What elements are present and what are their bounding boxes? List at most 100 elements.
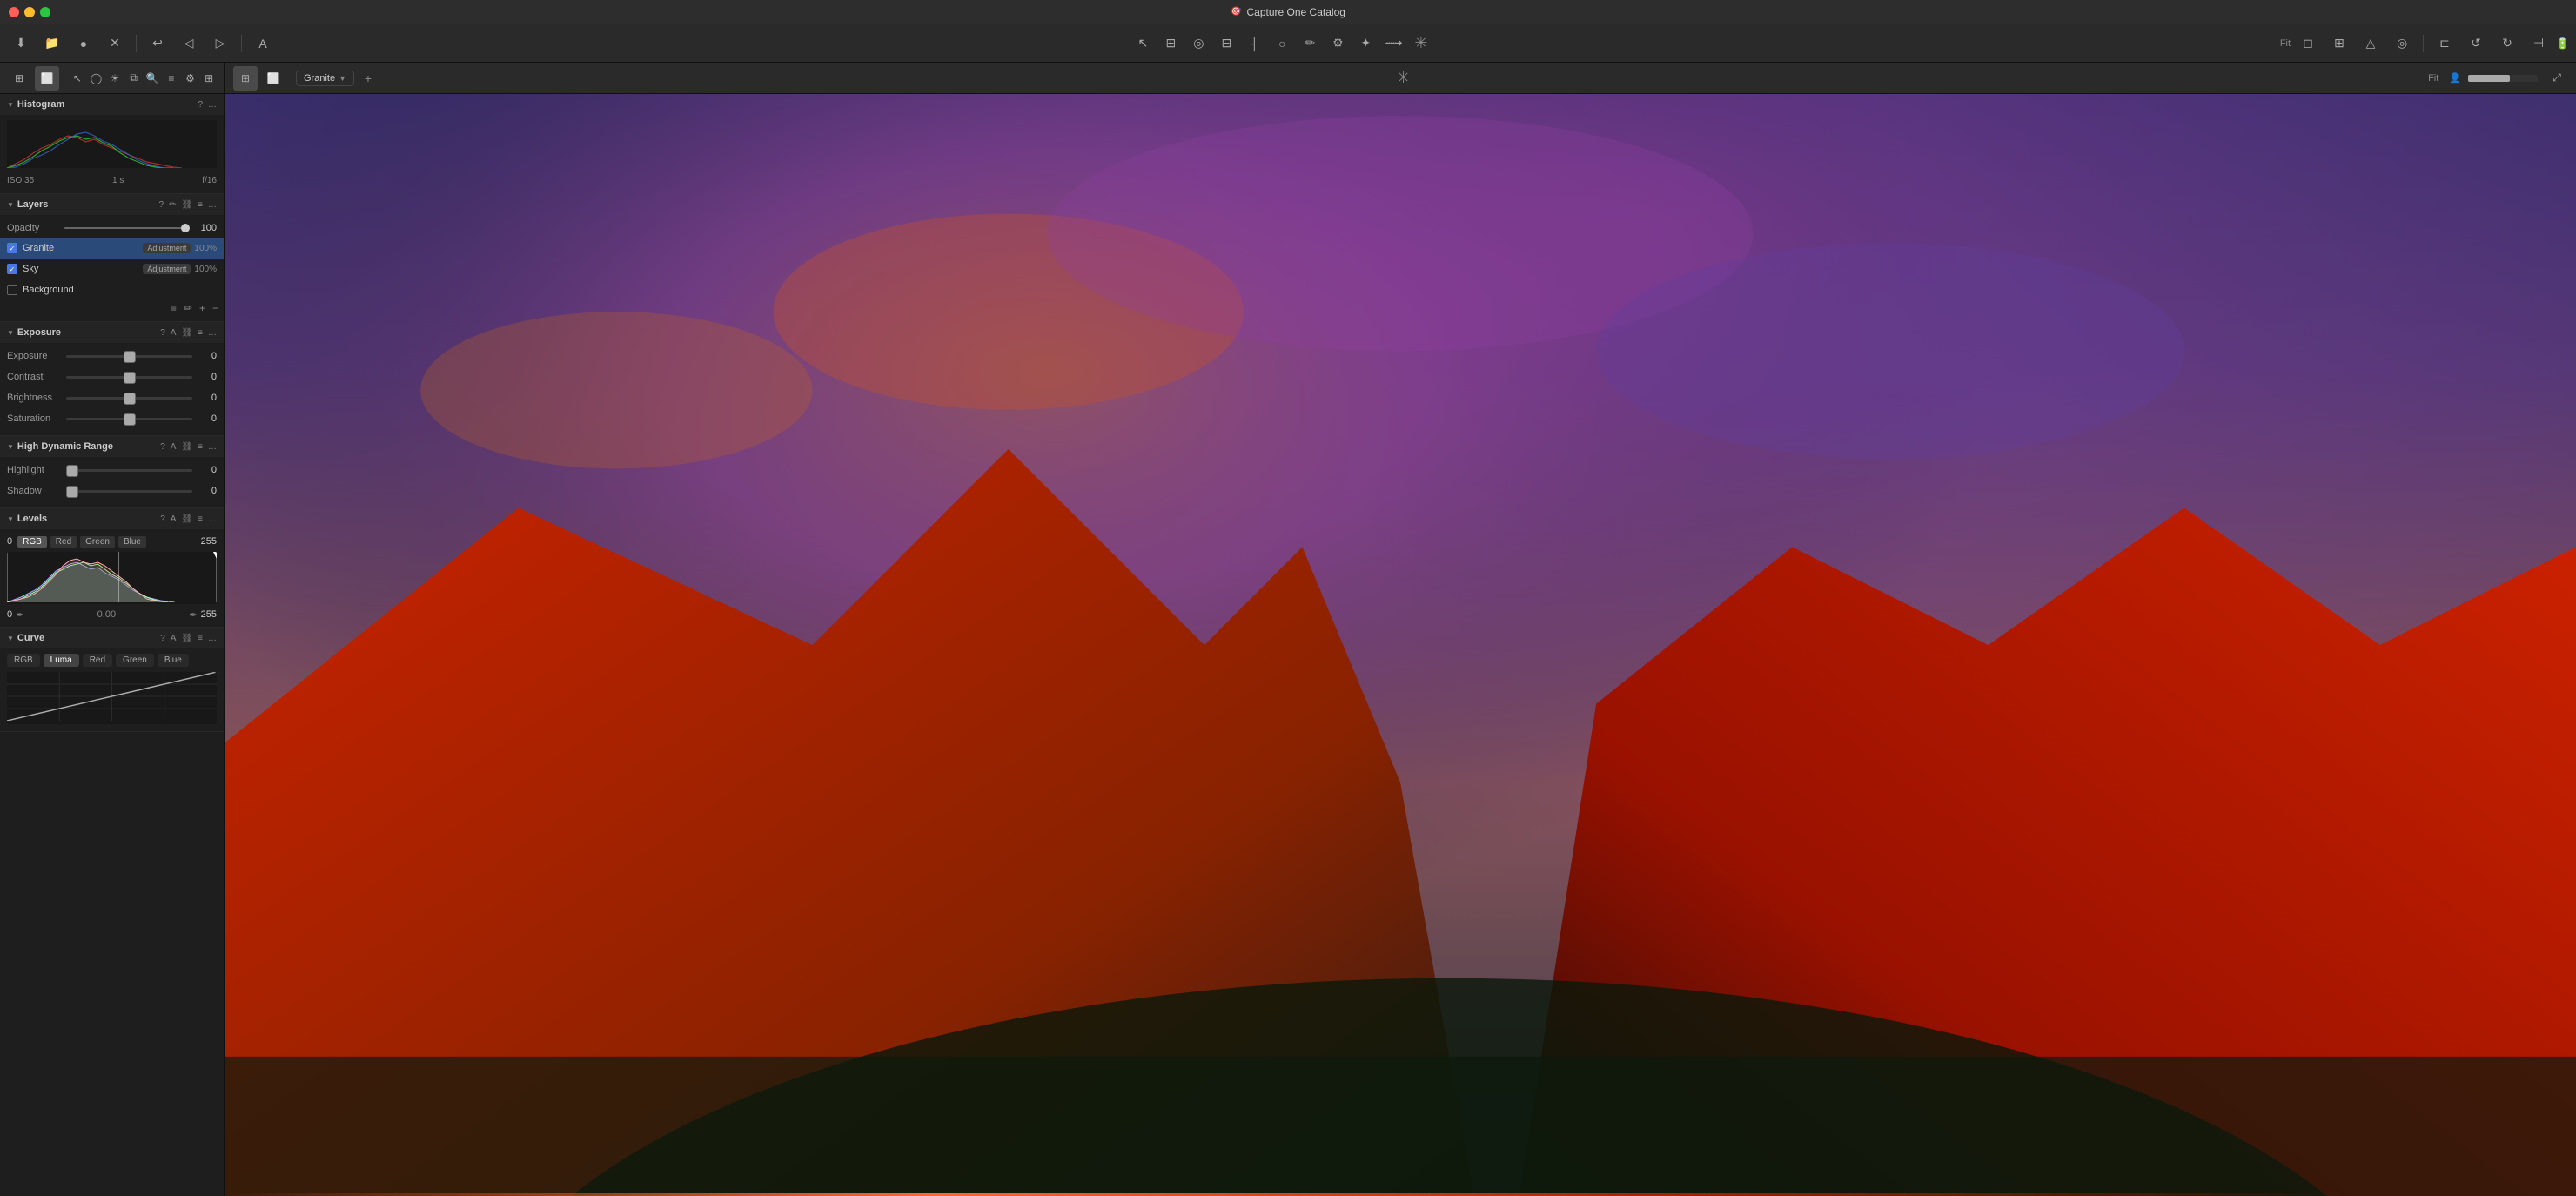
minimize-button[interactable] xyxy=(24,7,35,17)
curve-tab-green[interactable]: Green xyxy=(116,654,154,667)
forward-button[interactable]: ▷ xyxy=(206,30,234,57)
export-tool[interactable]: ⊞ xyxy=(201,66,217,91)
histogram-more[interactable]: … xyxy=(208,100,217,110)
layers-brush-btn[interactable]: ✏ xyxy=(184,302,192,314)
layer-checkbox-background[interactable] xyxy=(7,285,17,295)
curve-header[interactable]: ▼ Curve ? A ⛓ ≡ … xyxy=(0,628,224,648)
saturation-slider-nub[interactable] xyxy=(124,413,136,426)
exposure-edit[interactable]: A xyxy=(171,328,177,338)
text-tool-button[interactable]: A xyxy=(249,30,277,57)
levels-list[interactable]: ≡ xyxy=(198,514,203,524)
layer-item-granite[interactable]: Granite Adjustment 100% xyxy=(0,238,224,259)
curve-list[interactable]: ≡ xyxy=(198,634,203,643)
levels-help[interactable]: ? xyxy=(160,514,165,524)
hdr-help[interactable]: ? xyxy=(160,442,165,452)
highlight-slider-control[interactable] xyxy=(66,463,192,477)
transform-tool[interactable]: ⊟ xyxy=(1212,30,1240,57)
exposure-slider-control[interactable] xyxy=(66,349,192,363)
hdr-link[interactable]: ⛓ xyxy=(181,442,192,452)
hdr-list[interactable]: ≡ xyxy=(198,442,203,452)
exposure-slider-nub[interactable] xyxy=(124,351,136,363)
levels-link[interactable]: ⛓ xyxy=(181,514,192,524)
curve-tab-red[interactable]: Red xyxy=(83,654,112,667)
gradient-tool[interactable]: ⟿ xyxy=(1379,30,1407,57)
layer-checkbox-granite[interactable] xyxy=(7,243,17,253)
image-grid-view-btn[interactable]: ⊞ xyxy=(233,66,258,91)
levels-tab-rgb[interactable]: RGB xyxy=(17,536,47,548)
opacity-slider-track[interactable] xyxy=(64,227,185,229)
curve-more[interactable]: … xyxy=(208,634,217,643)
layers-list[interactable]: ≡ xyxy=(198,200,203,210)
curve-tab-rgb[interactable]: RGB xyxy=(7,654,40,667)
levels-edit[interactable]: A xyxy=(171,514,177,524)
single-view-btn[interactable]: ⬜ xyxy=(35,66,59,91)
close-button[interactable] xyxy=(9,7,19,17)
layers-header[interactable]: ▼ Layers ? ✏ ⛓ ≡ … xyxy=(0,194,224,215)
contrast-slider-nub[interactable] xyxy=(124,372,136,384)
clone-tool[interactable]: ⚙ xyxy=(1324,30,1352,57)
undo-button[interactable]: ↩ xyxy=(144,30,171,57)
contrast-slider-control[interactable] xyxy=(66,370,192,384)
gear-tool[interactable]: ⚙ xyxy=(183,66,198,91)
heal-tool[interactable]: ✦ xyxy=(1352,30,1379,57)
hdr-edit[interactable]: A xyxy=(171,442,177,452)
variant-selector[interactable]: Granite ▼ xyxy=(296,71,354,86)
cursor-tool[interactable]: ↖ xyxy=(70,66,85,91)
layers-panel-tool[interactable]: ⧉ xyxy=(126,66,142,91)
back-button[interactable]: ◁ xyxy=(175,30,203,57)
add-variant-btn[interactable]: + xyxy=(358,68,379,89)
opacity-slider-thumb[interactable] xyxy=(181,224,190,232)
layers-remove-btn[interactable]: − xyxy=(212,302,218,314)
select-tool[interactable]: ↖ xyxy=(1129,30,1157,57)
hdr-more[interactable]: … xyxy=(208,442,217,452)
rotate-right-btn[interactable]: ↻ xyxy=(2493,30,2521,57)
compare-btn[interactable]: ⊏ xyxy=(2431,30,2459,57)
layers-more[interactable]: … xyxy=(208,200,217,210)
curve-edit[interactable]: A xyxy=(171,634,177,643)
image-single-view-btn[interactable]: ⬜ xyxy=(261,66,285,91)
levels-eyedropper-right[interactable]: ✒ xyxy=(189,609,197,621)
levels-header[interactable]: ▼ Levels ? A ⛓ ≡ … xyxy=(0,508,224,529)
brightness-slider-control[interactable] xyxy=(66,391,192,405)
dot-button[interactable]: ● xyxy=(70,30,97,57)
brightness-slider-nub[interactable] xyxy=(124,393,136,405)
layers-help[interactable]: ? xyxy=(159,200,164,210)
proofing-btn[interactable]: ◻ xyxy=(2294,30,2322,57)
window-controls[interactable] xyxy=(9,7,50,17)
search-panel-tool[interactable]: 🔍 xyxy=(145,66,161,91)
histogram-header[interactable]: ▼ Histogram ? … xyxy=(0,94,224,115)
exposure-panel-tool[interactable]: ☀ xyxy=(107,66,123,91)
curve-link[interactable]: ⛓ xyxy=(181,634,192,643)
metadata-panel-tool[interactable]: ≡ xyxy=(164,66,179,91)
exposure-link[interactable]: ⛓ xyxy=(181,328,192,338)
ruler-tool[interactable]: ┤ xyxy=(1240,30,1268,57)
levels-tab-blue[interactable]: Blue xyxy=(118,536,146,548)
focus-mask-btn[interactable]: ◎ xyxy=(2388,30,2416,57)
close-doc-button[interactable]: ✕ xyxy=(101,30,129,57)
layer-item-background[interactable]: Background xyxy=(0,279,224,300)
saturation-slider-control[interactable] xyxy=(66,412,192,426)
histogram-help[interactable]: ? xyxy=(198,100,203,110)
maximize-button[interactable] xyxy=(40,7,50,17)
layers-add-btn[interactable]: + xyxy=(199,302,205,314)
levels-more[interactable]: … xyxy=(208,514,217,524)
curve-help[interactable]: ? xyxy=(160,634,165,643)
grid-btn[interactable]: ⊞ xyxy=(2325,30,2353,57)
shadow-slider-nub[interactable] xyxy=(66,486,78,498)
exposure-list[interactable]: ≡ xyxy=(198,328,203,338)
hdr-header[interactable]: ▼ High Dynamic Range ? A ⛓ ≡ … xyxy=(0,436,224,457)
layer-item-sky[interactable]: Sky Adjustment 100% xyxy=(0,259,224,279)
curve-tab-blue[interactable]: Blue xyxy=(158,654,189,667)
exposure-header[interactable]: ▼ Exposure ? A ⛓ ≡ … xyxy=(0,322,224,343)
layers-align-btn[interactable]: ≡ xyxy=(171,302,177,314)
levels-tab-green[interactable]: Green xyxy=(80,536,115,548)
layers-edit[interactable]: ✏ xyxy=(169,200,176,210)
tag-tool[interactable]: ◯ xyxy=(89,66,104,91)
grid-view-btn[interactable]: ⊞ xyxy=(7,66,31,91)
layer-checkbox-sky[interactable] xyxy=(7,264,17,274)
layers-link[interactable]: ⛓ xyxy=(181,200,192,210)
exposure-help[interactable]: ? xyxy=(160,328,165,338)
levels-eyedropper-left[interactable]: ✒ xyxy=(16,609,23,621)
ellipse-tool[interactable]: ○ xyxy=(1268,30,1296,57)
crop-tool[interactable]: ⊞ xyxy=(1157,30,1184,57)
